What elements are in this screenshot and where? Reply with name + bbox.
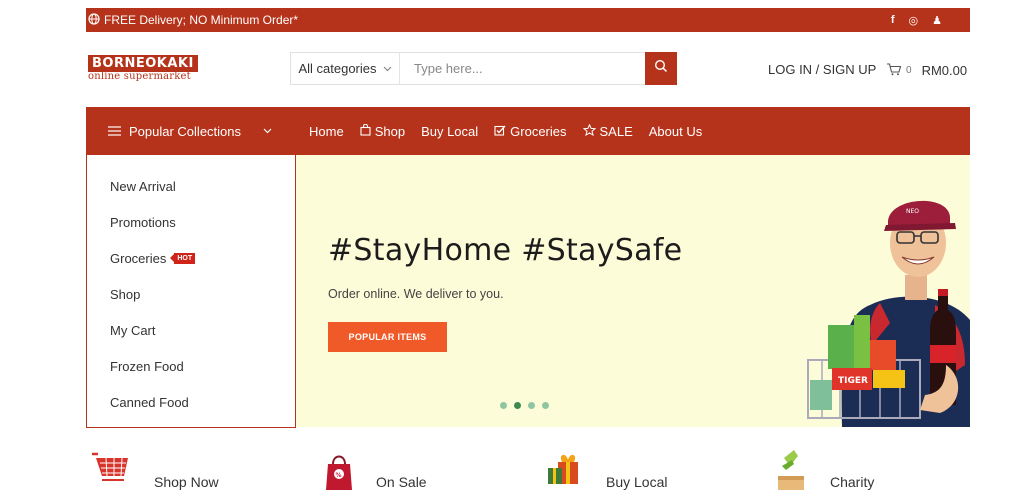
slider-dot[interactable] <box>500 402 507 409</box>
hero-subline: Order online. We deliver to you. <box>328 287 504 301</box>
shopping-bag-icon <box>360 123 371 139</box>
hamburger-icon <box>108 124 121 139</box>
nav-buy-local[interactable]: Buy Local <box>421 124 478 139</box>
category-value: All categories <box>298 61 377 76</box>
hero-banner: #StayHome #StaySafe Order online. We del… <box>296 155 970 427</box>
collections-label: Popular Collections <box>129 123 242 139</box>
search-bar: All categories <box>290 52 677 85</box>
menu-item-new-arrival[interactable]: New Arrival <box>87 168 295 204</box>
search-icon <box>654 59 668 78</box>
svg-text:%: % <box>336 472 342 479</box>
nav-sale[interactable]: SALE <box>582 123 633 139</box>
popular-items-button[interactable]: POPULAR ITEMS <box>328 322 447 352</box>
hot-badge: HOT <box>170 252 196 264</box>
menu-item-frozen-food[interactable]: Frozen Food <box>87 348 295 384</box>
hero-headline: #StayHome #StaySafe <box>328 233 683 268</box>
gift-icon <box>546 450 584 491</box>
promo: FREE Delivery; NO Minimum Order* <box>88 12 299 28</box>
feature-strip: Shop Now % On Sale Buy Local Charity <box>86 450 970 491</box>
slider-dot-active[interactable] <box>514 402 521 409</box>
category-select[interactable]: All categories <box>291 53 400 84</box>
menu-label: My Cart <box>110 322 156 338</box>
svg-text:TIGER: TIGER <box>838 376 868 386</box>
feature-label: Buy Local <box>606 474 668 490</box>
svg-text:NEO: NEO <box>906 208 919 215</box>
promo-bar: FREE Delivery; NO Minimum Order* f ◎ ♟ <box>86 8 970 32</box>
nav-label: Buy Local <box>421 123 479 139</box>
logo-tagline: online supermarket <box>88 71 191 82</box>
menu-item-promotions[interactable]: Promotions <box>87 204 295 240</box>
menu-label: New Arrival <box>110 178 176 194</box>
slider-dots <box>500 402 549 409</box>
star-icon <box>582 123 596 139</box>
sale-bag-icon: % <box>324 450 354 491</box>
cart-icon <box>886 62 902 79</box>
instagram-icon[interactable]: ◎ <box>909 14 919 27</box>
nav-label: Home <box>309 123 344 139</box>
shopping-cart-icon <box>92 450 132 491</box>
slider-dot[interactable] <box>528 402 535 409</box>
nav-groceries[interactable]: Groceries <box>494 123 567 139</box>
popular-collections-toggle[interactable]: Popular Collections <box>86 107 295 155</box>
globe-icon <box>88 12 100 28</box>
menu-item-my-cart[interactable]: My Cart <box>87 312 295 348</box>
collections-menu: New Arrival Promotions Groceries HOT Sho… <box>86 155 296 428</box>
facebook-icon[interactable]: f <box>891 14 895 27</box>
main-nav: Popular Collections Home Shop Buy Local … <box>86 107 970 155</box>
chevron-down-icon <box>383 64 392 74</box>
nav-about[interactable]: About Us <box>649 124 702 139</box>
logo[interactable]: BORNEOKAKI online supermarket <box>88 54 198 82</box>
menu-item-canned-food[interactable]: Canned Food <box>87 384 295 420</box>
menu-label: Promotions <box>110 214 176 230</box>
cart-button[interactable]: 0 RM0.00 <box>886 62 967 79</box>
nav-home[interactable]: Home <box>309 124 344 139</box>
feature-buy-local[interactable]: Buy Local <box>546 450 667 491</box>
header: BORNEOKAKI online supermarket All catego… <box>86 50 970 90</box>
nav-shop[interactable]: Shop <box>360 123 406 139</box>
feature-charity[interactable]: Charity <box>774 450 874 491</box>
menu-item-shop[interactable]: Shop <box>87 276 295 312</box>
logo-wordmark: BORNEOKAKI <box>88 55 198 72</box>
search-button[interactable] <box>645 52 677 85</box>
menu-label: Frozen Food <box>110 358 184 374</box>
shop-icon[interactable]: ♟ <box>932 14 942 27</box>
slider-dot[interactable] <box>542 402 549 409</box>
feature-label: On Sale <box>376 474 427 490</box>
charity-box-icon <box>774 450 808 491</box>
nav-label: Groceries <box>510 123 567 139</box>
feature-shop-now[interactable]: Shop Now <box>92 450 219 491</box>
checkbox-icon <box>494 124 506 139</box>
cart-count: 0 <box>906 65 912 76</box>
nav-label: Shop <box>374 123 406 139</box>
feature-label: Shop Now <box>154 474 219 490</box>
delivery-man-illustration: NEO TIGER <box>807 200 970 427</box>
search-input[interactable] <box>400 53 676 84</box>
cart-total: RM0.00 <box>921 63 968 78</box>
nav-label: About Us <box>648 123 703 139</box>
menu-label: Shop <box>110 286 141 302</box>
menu-item-groceries[interactable]: Groceries HOT <box>87 240 295 276</box>
menu-label: Canned Food <box>110 394 189 410</box>
chevron-down-icon <box>263 126 272 137</box>
login-link[interactable]: LOG IN / SIGN UP <box>768 62 876 77</box>
nav-label: SALE <box>599 123 633 139</box>
menu-label: Groceries <box>110 250 167 266</box>
social-links: f ◎ ♟ <box>891 14 970 27</box>
nav-links: Home Shop Buy Local Groceries SALE About… <box>309 107 702 155</box>
feature-on-sale[interactable]: % On Sale <box>324 450 427 491</box>
feature-label: Charity <box>830 474 875 490</box>
promo-text: FREE Delivery; NO Minimum Order* <box>104 13 299 27</box>
